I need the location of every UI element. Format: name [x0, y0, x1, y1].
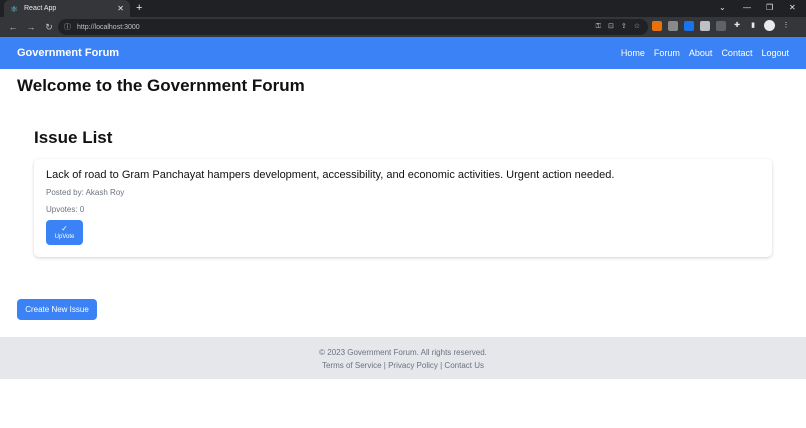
nav-link-about[interactable]: About	[689, 48, 713, 58]
issue-card: Lack of road to Gram Panchayat hampers d…	[34, 159, 772, 257]
address-bar[interactable]: ⓘ http://localhost:3000 ⚿ ⊡ ⇪ ☆	[58, 19, 648, 35]
site-info-icon[interactable]: ⓘ	[64, 22, 71, 32]
react-favicon-icon: ⚛	[10, 3, 19, 14]
app-navbar: Government Forum Home Forum About Contac…	[0, 37, 806, 69]
profile-avatar[interactable]	[764, 20, 775, 31]
new-tab-icon[interactable]: +	[136, 2, 142, 15]
footer-links: Terms of Service | Privacy Policy | Cont…	[0, 361, 806, 370]
back-icon[interactable]: ←	[8, 22, 18, 32]
nav-link-logout[interactable]: Logout	[761, 48, 789, 58]
footer-link-privacy[interactable]: Privacy Policy	[388, 361, 438, 370]
key-icon[interactable]: ⚿	[596, 23, 601, 31]
check-icon: ✓	[61, 223, 68, 233]
nav-link-forum[interactable]: Forum	[654, 48, 680, 58]
minimize-icon[interactable]: —	[743, 2, 751, 14]
bookmark-star-icon[interactable]: ☆	[634, 23, 640, 31]
browser-tabbar: ⚛ React App ✕ + ⌄ — ❐ ✕	[0, 0, 806, 17]
nav-link-home[interactable]: Home	[621, 48, 645, 58]
tab-close-icon[interactable]: ✕	[117, 4, 124, 13]
upvote-button[interactable]: ✓ UpVote	[46, 220, 83, 245]
metamask-extension-icon[interactable]	[652, 20, 662, 31]
extension-icon[interactable]	[668, 20, 678, 31]
page-heading: Welcome to the Government Forum	[17, 76, 305, 95]
footer-link-terms[interactable]: Terms of Service	[322, 361, 382, 370]
extension-icon[interactable]	[684, 20, 694, 31]
page-footer: © 2023 Government Forum. All rights rese…	[0, 337, 806, 379]
issue-author: Posted by: Akash Roy	[46, 188, 125, 197]
reload-icon[interactable]: ↻	[44, 22, 54, 33]
install-icon[interactable]: ⊡	[608, 23, 614, 31]
restore-icon[interactable]: ❐	[766, 2, 773, 14]
issue-list-title: Issue List	[34, 128, 113, 147]
upvote-label: UpVote	[54, 233, 75, 240]
puzzle-extensions-icon[interactable]: ✚	[732, 21, 742, 31]
tab-title: React App	[24, 5, 57, 12]
browser-tab[interactable]: ⚛ React App ✕	[4, 0, 130, 17]
extension-icon[interactable]	[716, 20, 726, 31]
footer-link-contact[interactable]: Contact Us	[444, 361, 484, 370]
menu-dots-icon[interactable]: ⋮	[781, 21, 791, 31]
side-panel-icon[interactable]: ▮	[748, 21, 758, 31]
extensions-area: ✚ ▮ ⋮	[652, 20, 791, 31]
extension-icon[interactable]	[700, 20, 710, 31]
nav-link-contact[interactable]: Contact	[721, 48, 752, 58]
nav-links: Home Forum About Contact Logout	[621, 48, 789, 58]
issue-title: Lack of road to Gram Panchayat hampers d…	[46, 169, 615, 181]
brand-title[interactable]: Government Forum	[17, 47, 119, 59]
tab-search-icon[interactable]: ⌄	[719, 2, 726, 14]
url-text: http://localhost:3000	[77, 23, 140, 31]
window-close-icon[interactable]: ✕	[789, 2, 796, 14]
forward-icon[interactable]: →	[26, 22, 36, 32]
issue-upvote-count: Upvotes: 0	[46, 205, 85, 214]
share-icon[interactable]: ⇪	[621, 23, 627, 31]
footer-copyright: © 2023 Government Forum. All rights rese…	[319, 348, 487, 357]
create-issue-button[interactable]: Create New Issue	[17, 299, 97, 320]
